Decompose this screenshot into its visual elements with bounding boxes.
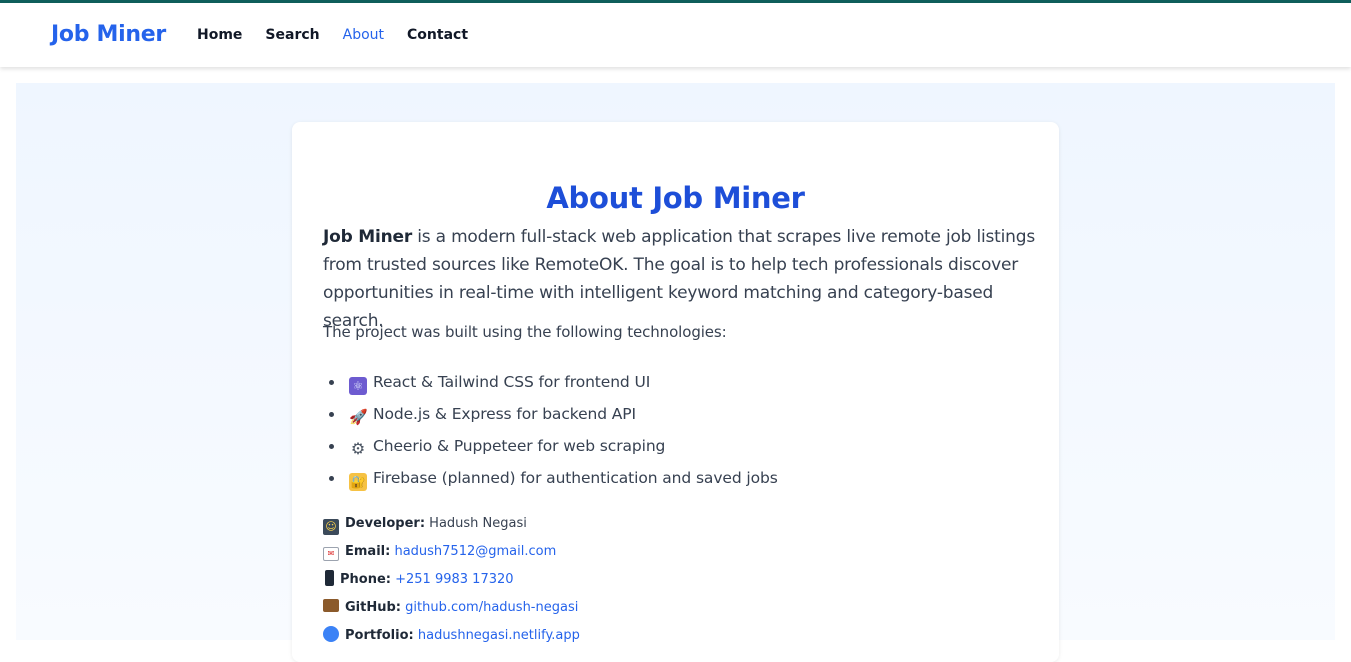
intro-paragraph: Job Miner is a modern full-stack web app…	[323, 223, 1038, 335]
tech-text: React & Tailwind CSS for frontend UI	[373, 373, 651, 391]
list-item: 🚀 Node.js & Express for backend API	[323, 401, 778, 433]
github-label: GitHub:	[345, 600, 401, 615]
main-content: About Job Miner Job Miner is a modern fu…	[16, 83, 1335, 662]
tech-text: Cheerio & Puppeteer for web scraping	[373, 437, 666, 455]
developer-name: Hadush Negasi	[429, 516, 527, 531]
bullet-icon	[329, 412, 334, 417]
intro-bold-name: Job Miner	[323, 227, 413, 247]
nav-link-home[interactable]: Home	[197, 27, 242, 43]
intro-text: is a modern full-stack web application t…	[323, 227, 1035, 331]
github-link[interactable]: github.com/hadush-negasi	[405, 600, 578, 615]
phone-link[interactable]: +251 9983 17320	[395, 572, 513, 587]
email-label: Email:	[345, 544, 391, 559]
email-row: ✉ Email: hadush7512@gmail.com	[323, 539, 580, 567]
react-icon: ⚛	[349, 377, 367, 395]
developer-row: ☺ Developer: Hadush Negasi	[323, 511, 580, 539]
page-title: About Job Miner	[546, 181, 805, 216]
rocket-icon: 🚀	[349, 408, 368, 426]
email-link[interactable]: hadush7512@gmail.com	[394, 544, 556, 559]
email-icon: ✉	[323, 547, 339, 561]
portfolio-label: Portfolio:	[345, 628, 414, 643]
lock-icon: 🔐	[349, 473, 367, 491]
gear-icon: ⚙	[350, 439, 366, 458]
tech-list: ⚛ React & Tailwind CSS for frontend UI 🚀 N…	[323, 369, 778, 497]
bullet-icon	[329, 444, 334, 449]
phone-label: Phone:	[340, 572, 391, 587]
portfolio-row: Portfolio: hadushnegasi.netlify.app	[323, 623, 580, 651]
developer-label: Developer:	[345, 516, 426, 531]
portfolio-link[interactable]: hadushnegasi.netlify.app	[418, 628, 580, 643]
nav-links: Home Search About Contact	[197, 27, 491, 43]
list-item: ⚙ Cheerio & Puppeteer for web scraping	[323, 433, 778, 465]
nav-link-contact[interactable]: Contact	[407, 27, 468, 43]
tech-text: Firebase (planned) for authentication an…	[373, 469, 778, 487]
developer-icon: ☺	[323, 519, 339, 535]
bullet-icon	[329, 476, 334, 481]
github-row: GitHub: github.com/hadush-negasi	[323, 595, 580, 623]
about-card: About Job Miner Job Miner is a modern fu…	[292, 122, 1059, 662]
nav-link-search[interactable]: Search	[265, 27, 319, 43]
nav-link-about[interactable]: About	[343, 27, 384, 43]
phone-row: Phone: +251 9983 17320	[323, 567, 580, 595]
navbar: Job Miner Home Search About Contact	[0, 3, 1351, 67]
contact-info: ☺ Developer: Hadush Negasi ✉ Email: hadush…	[323, 511, 580, 651]
brand-logo[interactable]: Job Miner	[51, 22, 166, 47]
phone-icon	[325, 570, 334, 586]
list-item: 🔐 Firebase (planned) for authentication a…	[323, 465, 778, 497]
tech-text: Node.js & Express for backend API	[373, 405, 637, 423]
bullet-icon	[329, 380, 334, 385]
list-item: ⚛ React & Tailwind CSS for frontend UI	[323, 369, 778, 401]
tech-intro: The project was built using the followin…	[323, 323, 727, 341]
briefcase-icon	[323, 599, 339, 612]
